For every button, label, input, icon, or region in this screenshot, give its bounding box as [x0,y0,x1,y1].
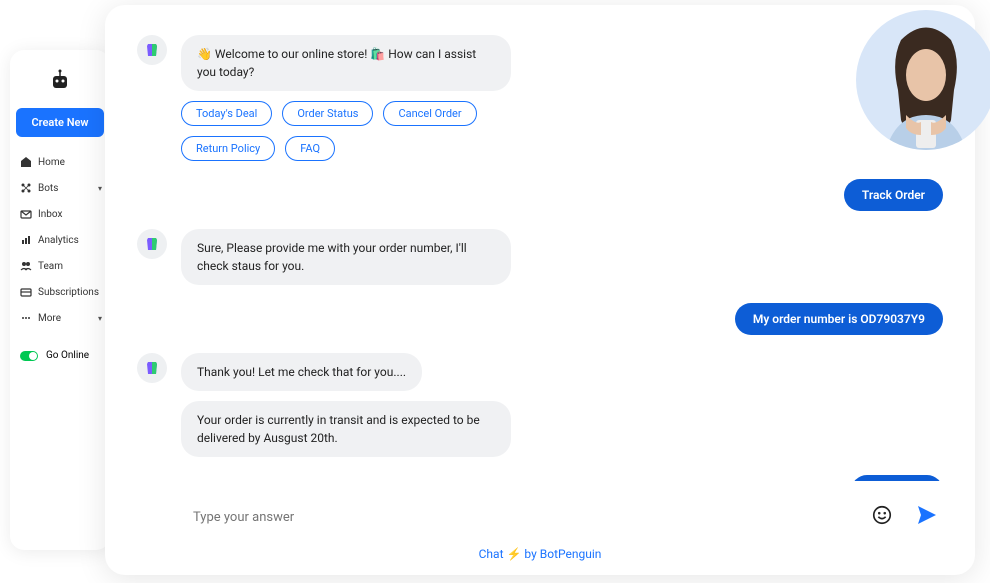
go-online-label: Go Online [46,350,89,361]
chat-footer: Chat ⚡ by BotPenguin [137,541,943,561]
chip-return-policy[interactable]: Return Policy [181,136,275,161]
bot-message-row: Sure, Please provide me with your order … [137,229,943,285]
chip-todays-deal[interactable]: Today's Deal [181,101,272,126]
create-new-button[interactable]: Create New [16,108,104,137]
chat-window: 👋 Welcome to our online store! 🛍️ How ca… [105,5,975,575]
chip-cancel-order[interactable]: Cancel Order [383,101,476,126]
go-online-toggle-row: Go Online [16,343,104,368]
user-message: Track Order [844,179,943,211]
nav-inbox[interactable]: Inbox [16,201,104,227]
bot-message: Sure, Please provide me with your order … [181,229,511,285]
footer-text: Chat [479,547,507,561]
nav-subscriptions[interactable]: Subscriptions [16,279,104,305]
analytics-icon [20,234,32,246]
nav-analytics[interactable]: Analytics [16,227,104,253]
nav-label: Inbox [38,209,62,220]
bot-bubble-group: Thank you! Let me check that for you....… [181,353,511,457]
home-icon [20,156,32,168]
bot-message: Your order is currently in transit and i… [181,401,511,457]
bolt-icon: ⚡ [506,547,521,561]
bot-bubble-group: Sure, Please provide me with your order … [181,229,511,285]
nav-team[interactable]: Team [16,253,104,279]
bot-bubble-group: 👋 Welcome to our online store! 🛍️ How ca… [181,35,521,161]
chip-order-status[interactable]: Order Status [282,101,373,126]
subscriptions-icon [20,286,32,298]
nav-label: Subscriptions [38,287,99,298]
user-message-row: Track Order [844,179,943,211]
footer-brand: by BotPenguin [521,547,601,561]
nav-label: Home [38,157,65,168]
composer [137,481,943,541]
emoji-button[interactable] [867,500,897,534]
app-logo [47,68,73,94]
chevron-down-icon: ▾ [98,184,102,193]
bot-avatar [137,35,167,65]
user-portrait [856,10,990,150]
team-icon [20,260,32,272]
quick-reply-chips: Today's Deal Order Status Cancel Order R… [181,101,521,161]
bots-icon [20,182,32,194]
bot-message: Thank you! Let me check that for you.... [181,353,422,391]
online-toggle[interactable] [20,351,38,361]
bot-avatar [137,353,167,383]
send-button[interactable] [911,499,943,535]
bot-avatar [137,229,167,259]
message-input[interactable] [137,510,853,525]
user-message: My order number is OD79037Y9 [735,303,943,335]
send-icon [915,503,939,527]
bot-message: 👋 Welcome to our online store! 🛍️ How ca… [181,35,511,91]
nav-label: More [38,313,61,324]
sidebar: Create New Home Bots ▾ Inbox Analytics T… [10,50,110,550]
nav-label: Team [38,261,63,272]
nav-bots[interactable]: Bots ▾ [16,175,104,201]
chip-faq[interactable]: FAQ [285,136,335,161]
nav-label: Analytics [38,235,79,246]
inbox-icon [20,208,32,220]
nav-more[interactable]: More ▾ [16,305,104,331]
bot-message-row: 👋 Welcome to our online store! 🛍️ How ca… [137,35,943,161]
nav-home[interactable]: Home [16,149,104,175]
nav-label: Bots [38,183,58,194]
bot-message-row: Thank you! Let me check that for you....… [137,353,943,457]
chevron-down-icon: ▾ [98,314,102,323]
more-icon [20,312,32,324]
user-message-row: My order number is OD79037Y9 [735,303,943,335]
message-list: 👋 Welcome to our online store! 🛍️ How ca… [137,35,943,481]
smile-icon [871,504,893,526]
